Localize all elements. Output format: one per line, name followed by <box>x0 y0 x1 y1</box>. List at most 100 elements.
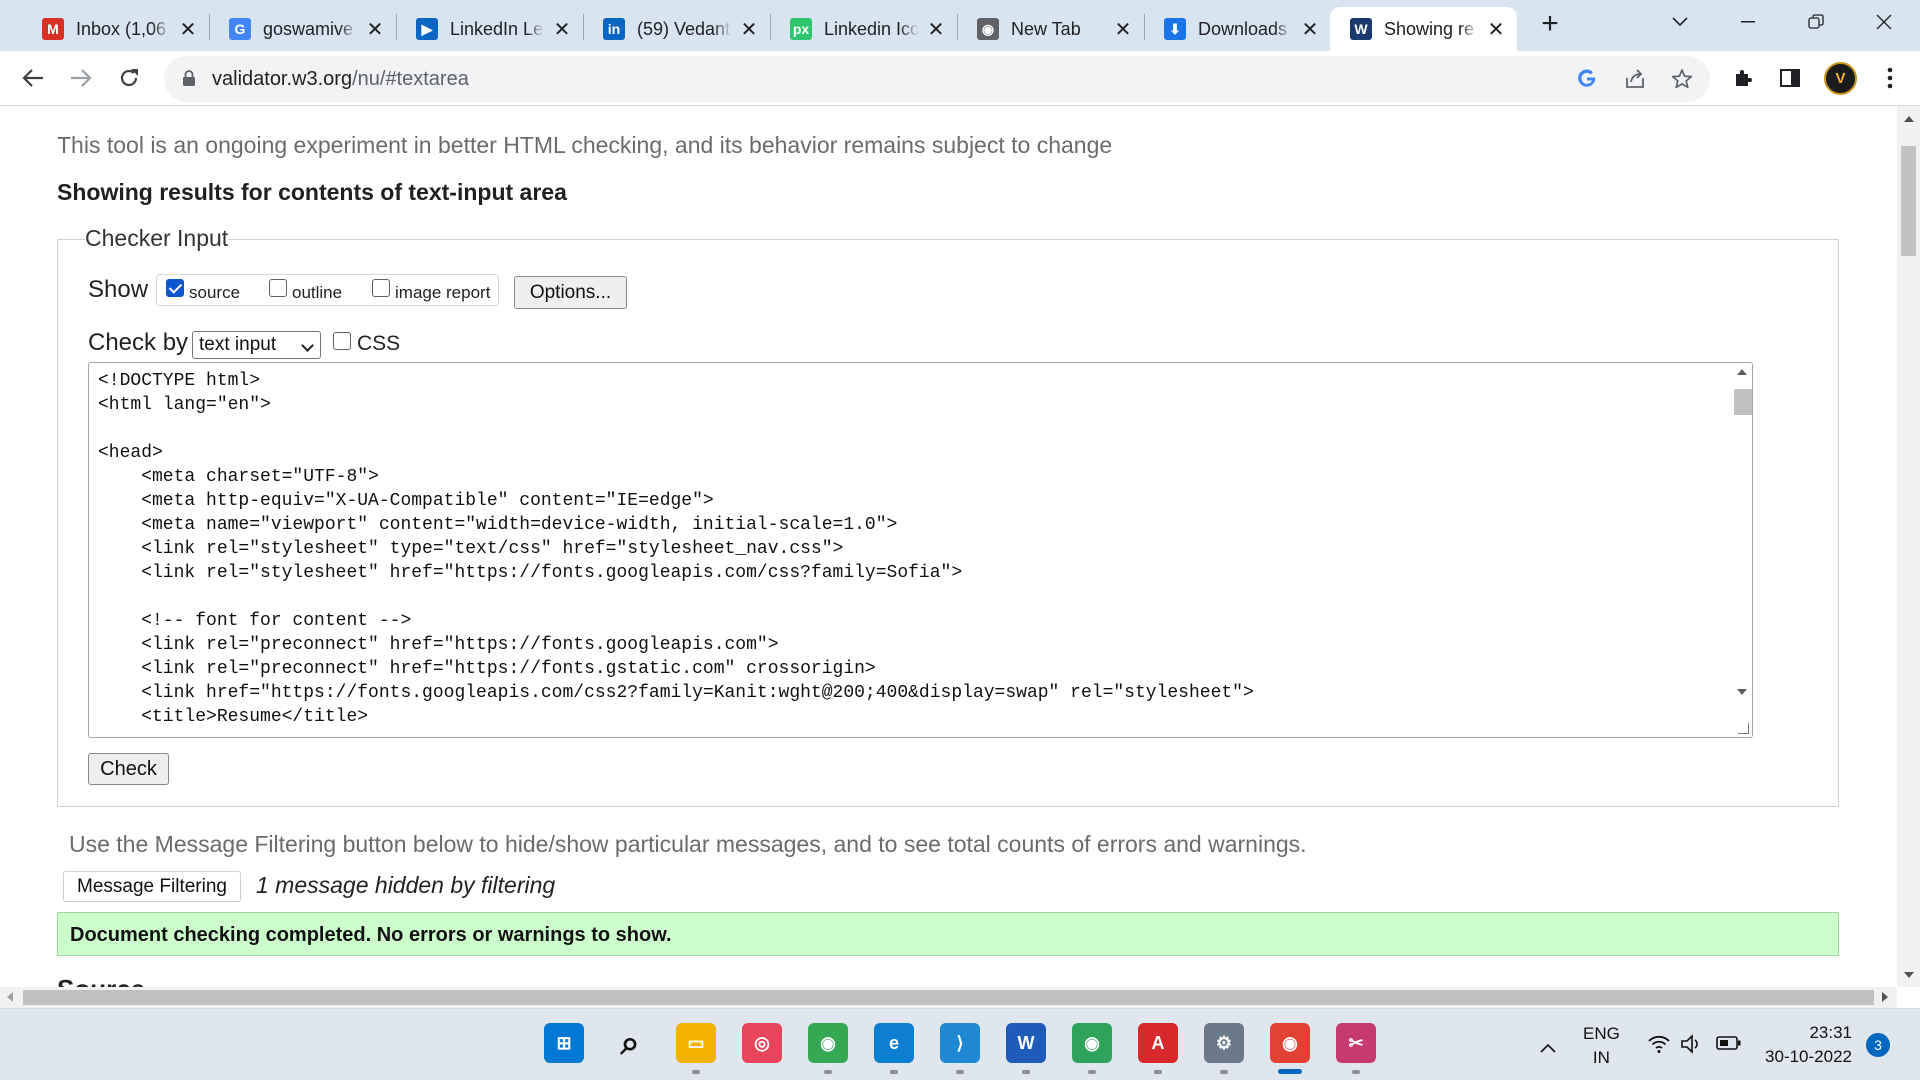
gmail-icon: M <box>42 18 64 40</box>
image-report-checkbox[interactable] <box>372 279 390 297</box>
linkedin-icon: in <box>603 18 625 40</box>
options-button[interactable]: Options... <box>514 276 627 309</box>
notification-badge[interactable]: 3 <box>1866 1033 1890 1057</box>
close-tab-icon[interactable]: ✕ <box>177 18 199 41</box>
running-app-indicator <box>1220 1070 1228 1074</box>
chrome-profile-icon[interactable]: ◉ <box>1270 1023 1310 1063</box>
chrome-canary-icon[interactable]: ◉ <box>1072 1023 1112 1063</box>
side-panel-icon[interactable] <box>1776 64 1804 92</box>
tab-title: Linkedin Ico <box>824 18 919 39</box>
tab-title: LinkedIn Le <box>450 18 544 39</box>
page-vertical-scrollbar[interactable] <box>1897 106 1920 987</box>
outline-checkbox-label[interactable]: outline <box>292 283 342 303</box>
source-checkbox[interactable] <box>166 279 184 297</box>
css-checkbox-label[interactable]: CSS <box>357 332 400 356</box>
language-code: ENG <box>1583 1024 1620 1043</box>
w3c-validator-icon: W <box>1350 18 1372 40</box>
url-text[interactable]: validator.w3.org/nu/#textarea <box>212 68 469 91</box>
acrobat-icon[interactable]: A <box>1138 1023 1178 1063</box>
address-bar[interactable]: validator.w3.org/nu/#textarea <box>164 56 1710 102</box>
close-tab-icon[interactable]: ✕ <box>1485 18 1507 41</box>
hidden-message-count: 1 message hidden by filtering <box>256 872 556 898</box>
close-tab-icon[interactable]: ✕ <box>364 18 386 41</box>
page-horizontal-scroll-thumb[interactable] <box>23 990 1874 1005</box>
windows-start-icon[interactable]: ⊞ <box>544 1023 584 1063</box>
scroll-right-arrow-icon[interactable] <box>1882 992 1888 1002</box>
profile-avatar[interactable]: V <box>1824 62 1857 95</box>
minimize-button[interactable] <box>1728 6 1768 38</box>
close-tab-icon[interactable]: ✕ <box>925 18 947 41</box>
close-tab-icon[interactable]: ✕ <box>738 18 760 41</box>
new-tab-button[interactable]: + <box>1535 9 1565 40</box>
battery-icon[interactable] <box>1716 1035 1742 1056</box>
check-button[interactable]: Check <box>88 753 169 785</box>
tab-title: goswamive <box>263 18 354 39</box>
tab-6[interactable]: ◉ New Tab ✕ <box>957 7 1144 51</box>
close-window-button[interactable] <box>1864 6 1904 38</box>
language-indicator[interactable]: ENG IN <box>1583 1024 1620 1068</box>
restore-button[interactable] <box>1796 6 1836 38</box>
css-checkbox[interactable] <box>333 332 351 350</box>
close-tab-icon[interactable]: ✕ <box>1299 18 1321 41</box>
check-by-selected-value: text input <box>199 334 277 355</box>
clock-date: 30-10-2022 <box>1765 1047 1852 1066</box>
google-lens-icon[interactable] <box>1574 66 1600 92</box>
scroll-up-arrow-icon[interactable] <box>1737 369 1747 375</box>
running-app-indicator <box>1154 1070 1162 1074</box>
tab-1[interactable]: M Inbox (1,06 ✕ <box>22 7 209 51</box>
running-app-indicator <box>1022 1070 1030 1074</box>
snipping-tool-icon[interactable]: ✂ <box>1336 1023 1376 1063</box>
source-textarea[interactable]: <!DOCTYPE html> <html lang="en"> <head> … <box>88 362 1753 738</box>
scroll-left-arrow-icon[interactable] <box>7 992 13 1002</box>
outline-checkbox[interactable] <box>269 279 287 297</box>
share-icon[interactable] <box>1622 66 1648 92</box>
resize-handle-icon[interactable] <box>1738 723 1749 734</box>
clock[interactable]: 23:31 30-10-2022 <box>1762 1023 1852 1067</box>
source-code-text[interactable]: <!DOCTYPE html> <html lang="en"> <head> … <box>98 369 1254 729</box>
linkedin-learning-icon: ▶ <box>416 18 438 40</box>
scroll-up-arrow-icon[interactable] <box>1904 116 1914 122</box>
tab-5[interactable]: px Linkedin Ico ✕ <box>770 7 957 51</box>
textarea-scrollbar[interactable] <box>1732 363 1752 737</box>
scroll-down-arrow-icon[interactable] <box>1904 972 1914 978</box>
volume-icon[interactable] <box>1680 1034 1704 1059</box>
creative-cloud-icon[interactable]: ◎ <box>742 1023 782 1063</box>
kebab-menu-icon[interactable] <box>1876 64 1904 92</box>
page-horizontal-scrollbar[interactable] <box>0 987 1897 1008</box>
forward-icon[interactable] <box>62 59 100 97</box>
check-by-select[interactable]: text input <box>192 331 321 359</box>
active-app-indicator <box>1278 1069 1302 1074</box>
back-icon[interactable] <box>14 59 52 97</box>
intro-text: This tool is an ongoing experiment in be… <box>57 132 1113 158</box>
results-title: Showing results for contents of text-inp… <box>57 179 567 205</box>
bookmark-star-icon[interactable] <box>1669 66 1695 92</box>
tab-search-icon[interactable] <box>1660 6 1700 38</box>
vscode-icon[interactable]: ⟩ <box>940 1023 980 1063</box>
chrome-icon[interactable]: ◉ <box>808 1023 848 1063</box>
tab-title: New Tab <box>1011 18 1081 39</box>
tab-3[interactable]: ▶ LinkedIn Le ✕ <box>396 7 583 51</box>
extensions-icon[interactable] <box>1729 64 1757 92</box>
close-tab-icon[interactable]: ✕ <box>551 18 573 41</box>
image-report-checkbox-label[interactable]: image report <box>395 283 490 303</box>
file-explorer-icon[interactable]: ▭ <box>676 1023 716 1063</box>
settings-icon[interactable]: ⚙ <box>1204 1023 1244 1063</box>
lock-icon[interactable] <box>182 69 196 87</box>
tab-2[interactable]: Ggoswamive ✕ <box>209 7 396 51</box>
chrome-icon: ◉ <box>977 18 999 40</box>
scroll-down-arrow-icon[interactable] <box>1737 689 1747 695</box>
tab-8[interactable]: W Showing re ✕ <box>1330 7 1517 51</box>
tab-4[interactable]: in (59) Vedant ✕ <box>583 7 770 51</box>
textarea-scroll-thumb[interactable] <box>1734 389 1752 415</box>
reload-icon[interactable] <box>110 59 148 97</box>
word-icon[interactable]: W <box>1006 1023 1046 1063</box>
close-tab-icon[interactable]: ✕ <box>1112 18 1134 41</box>
tab-7[interactable]: ⬇ Downloads ✕ <box>1144 7 1331 51</box>
source-checkbox-label[interactable]: source <box>189 283 240 303</box>
page-scroll-thumb[interactable] <box>1901 146 1916 256</box>
search-icon[interactable]: ⌕ <box>610 1023 650 1063</box>
message-filtering-button[interactable]: Message Filtering <box>63 871 241 902</box>
show-hidden-icons-chevron-icon[interactable] <box>1539 1034 1557 1060</box>
edge-icon[interactable]: e <box>874 1023 914 1063</box>
wifi-icon[interactable] <box>1647 1034 1671 1059</box>
